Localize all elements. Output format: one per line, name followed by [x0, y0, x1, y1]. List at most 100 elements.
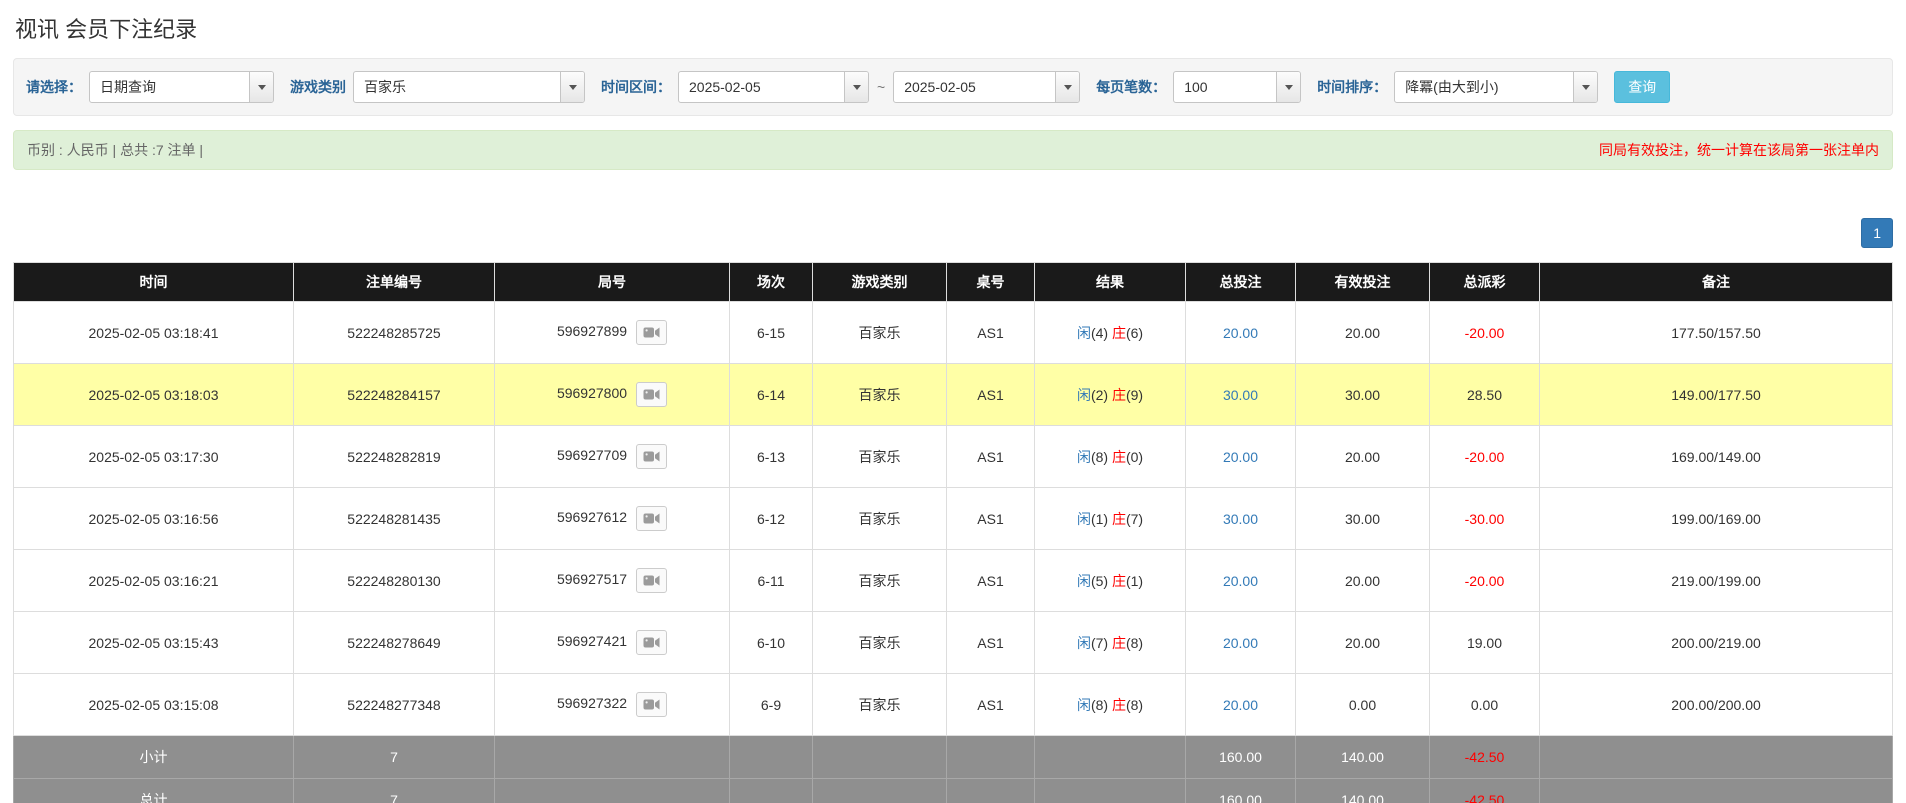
date-from-value: 2025-02-05	[679, 72, 844, 102]
time-cell: 2025-02-05 03:15:08	[14, 674, 294, 736]
date-from-select[interactable]: 2025-02-05	[678, 71, 869, 103]
table-row[interactable]: 2025-02-05 03:18:03522248284157596927800…	[14, 364, 1893, 426]
total-bet-cell: 20.00	[1186, 612, 1296, 674]
player-result-score: (1)	[1091, 511, 1112, 527]
game-category-cell: 百家乐	[813, 364, 947, 426]
round-id-cell: 596927709	[495, 426, 730, 488]
summary-empty-cell	[947, 736, 1035, 779]
time-sort-select[interactable]: 降冪(由大到小)	[1394, 71, 1598, 103]
video-replay-button[interactable]	[636, 320, 667, 345]
video-replay-button[interactable]	[636, 506, 667, 531]
table-row[interactable]: 2025-02-05 03:16:21522248280130 596927517…	[14, 550, 1893, 612]
round-id: 596927612	[557, 509, 627, 525]
video-replay-button[interactable]	[636, 444, 667, 469]
bet-records-table: 时间注单编号局号场次游戏类别桌号结果总投注有效投注总派彩备注 2025-02-0…	[13, 262, 1893, 803]
pagination-page-button[interactable]: 1	[1861, 218, 1893, 248]
table-no-cell: AS1	[947, 550, 1035, 612]
column-header: 局号	[495, 263, 730, 302]
player-result-score: (8)	[1091, 697, 1112, 713]
time-cell: 2025-02-05 03:16:21	[14, 550, 294, 612]
column-header: 场次	[730, 263, 813, 302]
summary-left-text: 币别 : 人民币 | 总共 :7 注单 |	[27, 140, 203, 160]
round-id: 596927709	[557, 447, 627, 463]
session-cell: 6-11	[730, 550, 813, 612]
time-cell: 2025-02-05 03:17:30	[14, 426, 294, 488]
round-id: 596927517	[557, 571, 627, 587]
total-bet-link[interactable]: 20.00	[1223, 635, 1258, 651]
query-type-select[interactable]: 日期查询	[89, 71, 274, 103]
total-bet-link[interactable]: 20.00	[1223, 697, 1258, 713]
banker-result-label: 庄	[1112, 387, 1126, 403]
date-to-value: 2025-02-05	[894, 72, 1055, 102]
summary-row: 小计7160.00140.00-42.50	[14, 736, 1893, 779]
total-bet-link[interactable]: 30.00	[1223, 511, 1258, 527]
result-cell: 闲(1) 庄(7)	[1035, 488, 1186, 550]
round-id-cell: 596927421	[495, 612, 730, 674]
video-camera-icon	[643, 450, 660, 463]
summary-valid-bet-cell: 140.00	[1296, 736, 1430, 779]
table-row[interactable]: 2025-02-05 03:18:41522248285725596927899…	[14, 302, 1893, 364]
banker-result-score: (0)	[1126, 449, 1143, 465]
game-category-select[interactable]: 百家乐	[353, 71, 585, 103]
game-category-value: 百家乐	[354, 72, 560, 102]
video-replay-button[interactable]	[636, 630, 667, 655]
video-replay-button[interactable]	[636, 382, 667, 407]
player-result-label: 闲	[1077, 635, 1091, 651]
time-cell: 2025-02-05 03:16:56	[14, 488, 294, 550]
player-result-label: 闲	[1077, 697, 1091, 713]
total-bet-cell: 30.00	[1186, 488, 1296, 550]
note-cell: 219.00/199.00	[1540, 550, 1893, 612]
video-replay-button[interactable]	[636, 568, 667, 593]
video-replay-button[interactable]	[636, 692, 667, 717]
date-to-select[interactable]: 2025-02-05	[893, 71, 1080, 103]
date-range-label: 时间区间：	[601, 77, 671, 97]
session-cell: 6-10	[730, 612, 813, 674]
video-camera-icon	[643, 326, 660, 339]
summary-empty-cell	[1540, 736, 1893, 779]
summary-row: 总计7160.00140.00-42.50	[14, 779, 1893, 803]
total-bet-link[interactable]: 20.00	[1223, 573, 1258, 589]
page-size-select[interactable]: 100	[1173, 71, 1301, 103]
table-row[interactable]: 2025-02-05 03:15:08522248277348596927322…	[14, 674, 1893, 736]
video-camera-icon	[643, 512, 660, 525]
game-category-cell: 百家乐	[813, 612, 947, 674]
bet-id-cell: 522248280130	[294, 550, 495, 612]
table-header-row: 时间注单编号局号场次游戏类别桌号结果总投注有效投注总派彩备注	[14, 263, 1893, 302]
summary-total-bet-cell: 160.00	[1186, 779, 1296, 803]
summary-empty-cell	[495, 736, 730, 779]
summary-bar: 币别 : 人民币 | 总共 :7 注单 | 同局有效投注，统一计算在该局第一张注…	[13, 130, 1893, 170]
summary-count-cell: 7	[294, 779, 495, 803]
total-bet-link[interactable]: 30.00	[1223, 387, 1258, 403]
summary-empty-cell	[813, 736, 947, 779]
payout-cell: -20.00	[1430, 426, 1540, 488]
game-category-group: 游戏类别 百家乐	[290, 71, 585, 103]
chevron-down-icon[interactable]	[1055, 72, 1079, 102]
chevron-down-icon[interactable]	[844, 72, 868, 102]
column-header: 游戏类别	[813, 263, 947, 302]
round-id: 596927322	[557, 695, 627, 711]
filter-bar: 请选择： 日期查询 游戏类别 百家乐 时间区间： 2025-02-05 ~ 20…	[13, 58, 1893, 116]
chevron-down-icon[interactable]	[1573, 72, 1597, 102]
search-button[interactable]: 查询	[1614, 71, 1670, 103]
chevron-down-icon[interactable]	[560, 72, 584, 102]
total-bet-cell: 20.00	[1186, 426, 1296, 488]
session-cell: 6-12	[730, 488, 813, 550]
chevron-down-icon[interactable]	[1276, 72, 1300, 102]
video-camera-icon	[643, 388, 660, 401]
table-row[interactable]: 2025-02-05 03:17:30522248282819 596927709…	[14, 426, 1893, 488]
valid-bet-cell: 0.00	[1296, 674, 1430, 736]
summary-label-cell: 总计	[14, 779, 294, 803]
time-sort-group: 时间排序： 降冪(由大到小)	[1317, 71, 1598, 103]
time-cell: 2025-02-05 03:18:03	[14, 364, 294, 426]
table-row[interactable]: 2025-02-05 03:16:56522248281435596927612…	[14, 488, 1893, 550]
video-camera-icon	[643, 574, 660, 587]
page-title: 视讯 会员下注纪录	[15, 12, 1893, 44]
total-bet-link[interactable]: 20.00	[1223, 325, 1258, 341]
total-bet-link[interactable]: 20.00	[1223, 449, 1258, 465]
chevron-down-icon[interactable]	[249, 72, 273, 102]
table-row[interactable]: 2025-02-05 03:15:43522248278649596927421…	[14, 612, 1893, 674]
bet-id-cell: 522248282819	[294, 426, 495, 488]
result-cell: 闲(5) 庄(1)	[1035, 550, 1186, 612]
round-id: 596927421	[557, 633, 627, 649]
game-category-cell: 百家乐	[813, 302, 947, 364]
